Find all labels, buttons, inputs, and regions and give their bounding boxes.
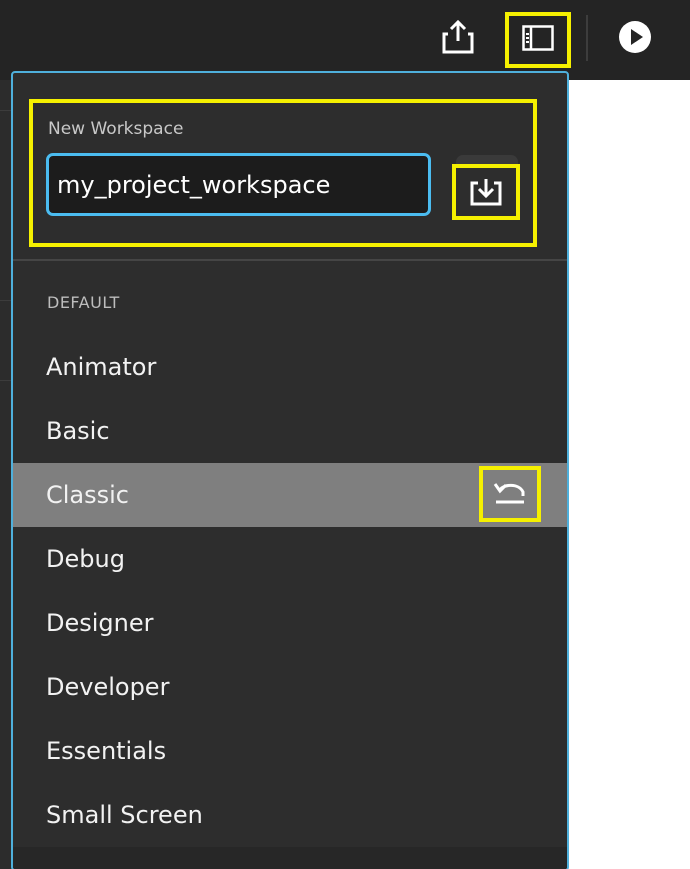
new-workspace-name-input[interactable] (46, 153, 431, 216)
workspace-item-developer[interactable]: Developer (13, 655, 567, 719)
workspace-item-small-screen[interactable]: Small Screen (13, 783, 567, 847)
play-icon (618, 20, 652, 58)
workspace-button[interactable] (505, 12, 571, 68)
workspace-item-label: Essentials (46, 737, 167, 765)
workspace-item-basic[interactable]: Basic (13, 399, 567, 463)
save-workspace-button[interactable] (452, 164, 520, 220)
workspace-item-essentials[interactable]: Essentials (13, 719, 567, 783)
workspace-item-label: Debug (46, 545, 125, 573)
workspace-item-designer[interactable]: Designer (13, 591, 567, 655)
share-export-icon (441, 19, 475, 59)
workspace-item-label: Classic (46, 481, 130, 509)
share-button[interactable] (433, 14, 483, 64)
top-toolbar (0, 0, 690, 80)
workspace-item-label: Developer (46, 673, 170, 701)
workspace-item-label: Animator (46, 353, 157, 381)
workspace-item-debug[interactable]: Debug (13, 527, 567, 591)
save-download-icon (469, 174, 503, 210)
workspace-item-label: Basic (46, 417, 110, 445)
workspace-item-animator[interactable]: Animator (13, 335, 567, 399)
workspace-item-label: Designer (46, 609, 154, 637)
new-workspace-label: New Workspace (48, 119, 184, 139)
reset-workspace-button[interactable] (479, 466, 541, 522)
default-section-header: DEFAULT (47, 293, 120, 312)
panel-footer (13, 847, 567, 869)
play-button[interactable] (610, 14, 660, 64)
toolbar-divider (586, 15, 588, 61)
app-window: New Workspace DEFAULT Animator Basic Cla… (0, 0, 690, 869)
canvas-area (568, 80, 690, 869)
workspace-item-label: Small Screen (46, 801, 203, 829)
workspace-layout-icon (522, 25, 554, 55)
workspace-dropdown-panel: New Workspace DEFAULT Animator Basic Cla… (11, 71, 569, 869)
reset-undo-icon (492, 478, 528, 510)
panel-divider (13, 259, 567, 261)
